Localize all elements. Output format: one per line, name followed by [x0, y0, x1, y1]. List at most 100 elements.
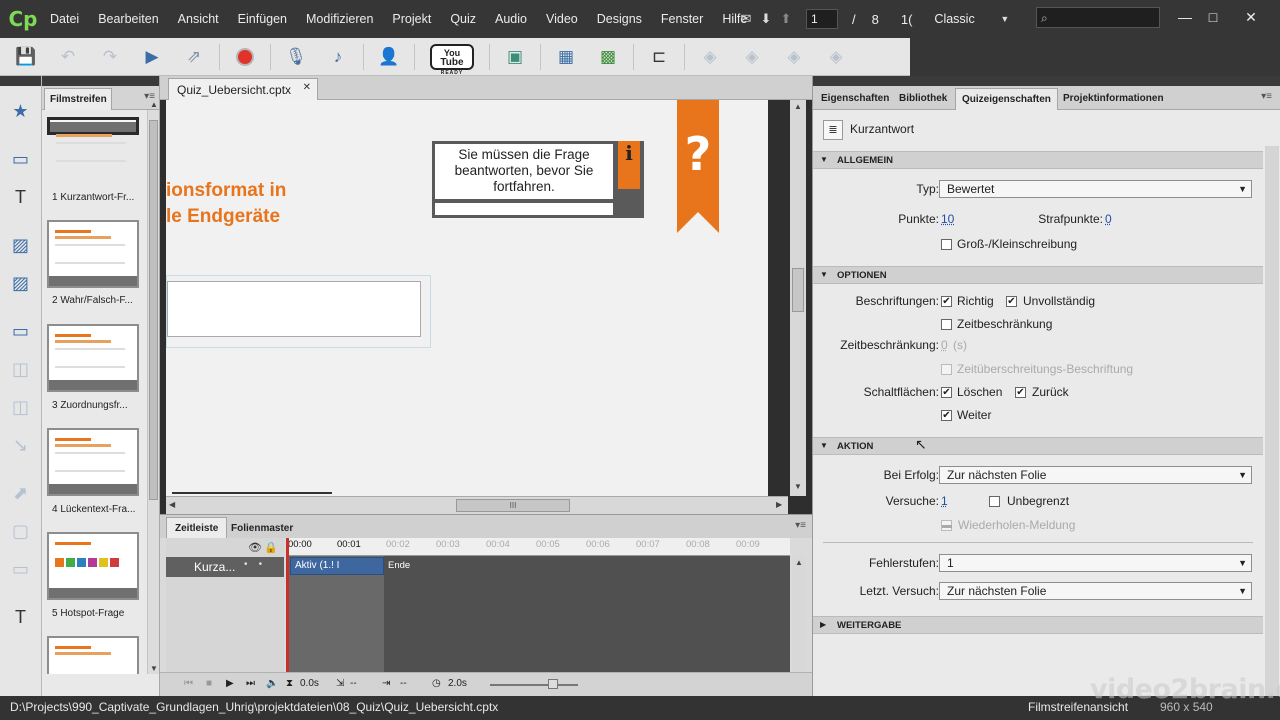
- table-icon[interactable]: ▦: [554, 45, 578, 69]
- youtube-button[interactable]: You Tube READY: [428, 43, 476, 76]
- slider-handle[interactable]: [548, 679, 558, 689]
- text-animation-icon[interactable]: T: [8, 604, 34, 630]
- mail-icon[interactable]: ✉: [736, 11, 756, 27]
- scroll-down-icon[interactable]: ▼: [150, 664, 158, 673]
- zurueck-checkbox[interactable]: ✔: [1015, 387, 1026, 398]
- scroll-right-icon[interactable]: ▶: [776, 500, 782, 509]
- eye-icon[interactable]: 👁: [248, 541, 262, 554]
- answer-area[interactable]: [166, 275, 431, 348]
- rollover-caption-icon[interactable]: ◫: [8, 356, 34, 382]
- workspace-switcher[interactable]: Classic: [934, 12, 1000, 26]
- click-box-icon[interactable]: ⬈: [8, 480, 34, 506]
- scroll-up-icon[interactable]: ▲: [795, 558, 803, 567]
- slide-label-1[interactable]: 1 Kurzantwort-Fr...: [52, 192, 134, 203]
- button-icon[interactable]: ▢: [8, 518, 34, 544]
- slide-thumbnail-3[interactable]: [47, 324, 139, 392]
- fehlerstufen-select[interactable]: 1 ▼: [939, 554, 1252, 572]
- text-entry-box-icon[interactable]: ▭: [8, 556, 34, 582]
- menu-video[interactable]: Video: [546, 12, 578, 26]
- mouse-path-icon[interactable]: ↘: [8, 432, 34, 458]
- filmstrip-scrollbar[interactable]: ▲ ▼: [147, 100, 159, 674]
- audio-icon[interactable]: 🔈: [266, 678, 278, 689]
- chevron-down-icon[interactable]: ▼: [1000, 14, 1009, 24]
- layer-visibility-dots[interactable]: • •: [244, 559, 262, 570]
- layer-back-icon[interactable]: ◈: [824, 45, 848, 69]
- slide-label-3[interactable]: 3 Zuordnungsfr...: [52, 400, 128, 411]
- richtig-checkbox[interactable]: ✔: [941, 296, 952, 307]
- unbegrenzt-checkbox[interactable]: [989, 496, 1000, 507]
- rollover-slidelet-icon[interactable]: ◫: [8, 394, 34, 420]
- current-slide-input[interactable]: 1: [806, 9, 838, 29]
- tab-folienmaster[interactable]: Folienmaster: [222, 517, 302, 539]
- timeline-tracks[interactable]: Aktiv (1.! I Ende: [286, 538, 790, 672]
- slide-label-4[interactable]: 4 Lückentext-Fra...: [52, 504, 135, 515]
- weiter-checkbox[interactable]: ✔: [941, 410, 952, 421]
- bei-erfolg-select[interactable]: Zur nächsten Folie ▼: [939, 466, 1252, 484]
- panel-menu-icon[interactable]: ▾≡: [795, 520, 806, 531]
- tab-eigenschaften[interactable]: Eigenschaften: [815, 88, 895, 110]
- incomplete-message-box[interactable]: Sie müssen die Frage beantworten, bevor …: [432, 141, 644, 218]
- menu-projekt[interactable]: Projekt: [392, 12, 431, 26]
- audio-note-icon[interactable]: ♪: [326, 45, 350, 69]
- scroll-down-icon[interactable]: ▼: [794, 482, 802, 491]
- timeline-layer-row[interactable]: Kurza... • •: [166, 557, 284, 577]
- timeline-zoom-slider[interactable]: [490, 679, 578, 689]
- zeitbeschraenkung-checkbox[interactable]: [941, 319, 952, 330]
- play-icon[interactable]: ▶: [226, 678, 234, 689]
- menu-designs[interactable]: Designs: [597, 12, 642, 26]
- scroll-up-icon[interactable]: ▲: [150, 100, 158, 109]
- objects-icon[interactable]: ▣: [503, 45, 527, 69]
- star-shape-icon[interactable]: ★: [8, 98, 34, 124]
- tab-filmstrip[interactable]: Filmstreifen: [44, 88, 112, 110]
- slide-heading-line2[interactable]: le Endgeräte: [166, 206, 280, 228]
- text-caption-icon[interactable]: ▭: [8, 146, 34, 172]
- minimize-button[interactable]: —: [1172, 6, 1198, 28]
- section-allgemein[interactable]: ▼ ALLGEMEIN: [813, 151, 1263, 169]
- section-aktion[interactable]: ▼ AKTION: [813, 437, 1263, 455]
- text-entry-icon[interactable]: T: [8, 184, 34, 210]
- user-icon[interactable]: 👤: [377, 45, 401, 69]
- tab-quiz-uebersicht[interactable]: Quiz_Uebersicht.cptx ✕: [168, 78, 318, 100]
- tab-quizeigenschaften[interactable]: Quizeigenschaften: [955, 88, 1058, 110]
- last-frame-icon[interactable]: ⏭: [246, 678, 255, 689]
- slide-thumbnail-6[interactable]: [47, 636, 139, 674]
- menu-quiz[interactable]: Quiz: [450, 12, 476, 26]
- magnet-icon[interactable]: ⊏: [647, 45, 671, 69]
- slide-canvas[interactable]: ionsformat in le Endgeräte Sie müssen di…: [166, 100, 768, 496]
- scrollbar-thumb[interactable]: [149, 120, 158, 500]
- image-icon[interactable]: ▨: [8, 232, 34, 258]
- slide-label-5[interactable]: 5 Hotspot-Frage: [52, 608, 124, 619]
- slide-label-2[interactable]: 2 Wahr/Falsch-F...: [52, 295, 133, 306]
- first-frame-icon[interactable]: ⏮: [184, 678, 193, 689]
- layer-backward-icon[interactable]: ◈: [782, 45, 806, 69]
- panel-menu-icon[interactable]: ▾≡: [1261, 91, 1272, 102]
- menu-fenster[interactable]: Fenster: [661, 12, 703, 26]
- gross-klein-checkbox[interactable]: [941, 239, 952, 250]
- tab-zeitleiste[interactable]: Zeitleiste: [166, 517, 228, 539]
- properties-scrollbar[interactable]: [1265, 146, 1279, 696]
- menu-bearbeiten[interactable]: Bearbeiten: [98, 12, 158, 26]
- zeitueberschreitung-checkbox[interactable]: [941, 364, 952, 375]
- unvollstaendig-checkbox[interactable]: ✔: [1006, 296, 1017, 307]
- wiederholen-checkbox[interactable]: ▬: [941, 520, 952, 531]
- versuche-value[interactable]: 1: [941, 494, 948, 508]
- short-answer-field[interactable]: [167, 281, 421, 337]
- section-weitergabe[interactable]: ▶ WEITERGABE: [813, 616, 1263, 634]
- letzt-versuch-select[interactable]: Zur nächsten Folie ▼: [939, 582, 1252, 600]
- search-input[interactable]: ⌕: [1036, 7, 1160, 28]
- arrow-up-icon[interactable]: ⬆: [776, 11, 796, 27]
- microphone-icon[interactable]: 🎙: [284, 45, 308, 69]
- zeit-value[interactable]: 0: [941, 338, 948, 352]
- tab-projektinformationen[interactable]: Projektinformationen: [1057, 88, 1170, 110]
- slide-thumbnail-5[interactable]: [47, 532, 139, 600]
- stage-vertical-scrollbar[interactable]: ▲ ▼: [790, 100, 806, 496]
- publish-icon[interactable]: ⇗: [182, 45, 206, 69]
- menu-audio[interactable]: Audio: [495, 12, 527, 26]
- timeline-ruler[interactable]: 00:00 00:01 00:02 00:03 00:04 00:05 00:0…: [286, 538, 790, 556]
- menu-ansicht[interactable]: Ansicht: [178, 12, 219, 26]
- close-button[interactable]: ✕: [1238, 6, 1264, 28]
- timeline-clip-active[interactable]: Aktiv (1.! I: [290, 557, 384, 575]
- scroll-up-icon[interactable]: ▲: [794, 102, 802, 111]
- scroll-left-icon[interactable]: ◀: [169, 500, 175, 509]
- save-icon[interactable]: 💾: [14, 45, 38, 69]
